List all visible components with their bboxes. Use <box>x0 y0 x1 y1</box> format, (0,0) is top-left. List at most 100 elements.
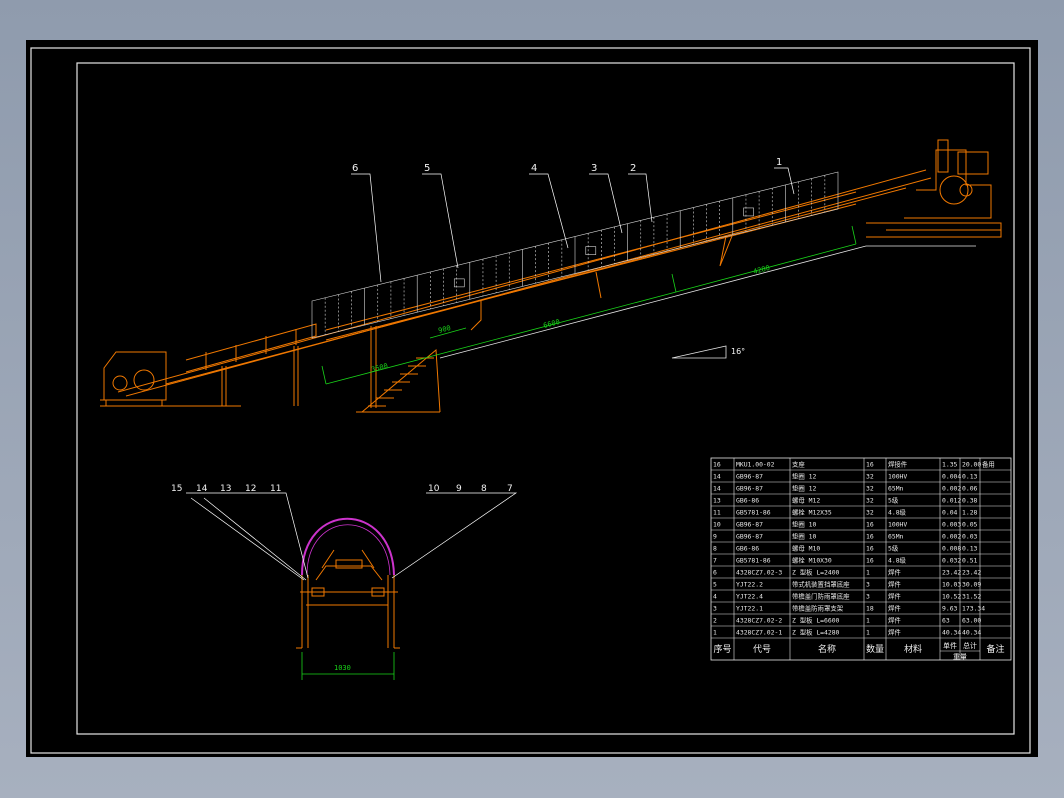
bom-cell: 32 <box>866 509 874 517</box>
bom-cell: 9 <box>713 533 717 541</box>
bom-header: 序号 <box>713 643 731 655</box>
bom-cell: 32 <box>866 473 874 481</box>
bom-cell: YJT22.1 <box>736 605 763 613</box>
bom-cell: 173.34 <box>962 605 985 613</box>
bom-cell: 0.04 <box>942 509 958 517</box>
bom-cell: 30.09 <box>962 581 981 589</box>
callout-3: 3 <box>591 163 597 174</box>
bom-cell: 100HV <box>888 473 907 481</box>
bom-cell: GB5781-86 <box>736 509 771 517</box>
bom-cell: 支座 <box>792 460 805 469</box>
bom-cell: 垫圈 12 <box>792 472 816 481</box>
bom-cell: 9.63 <box>942 605 958 613</box>
rain-cover-door <box>743 207 754 217</box>
bom-header: 材料 <box>904 643 922 655</box>
bom-table: 16 MKU1.00-02 支座 16 焊接件 1.35 20.00 备用14 GB96-87 垫… <box>710 457 1012 661</box>
inner-frame <box>76 62 1015 735</box>
bom-cell: 4328CZ7.02-2 <box>736 617 782 625</box>
bom-cell: 焊件 <box>888 580 901 589</box>
bom-cell: 1 <box>866 617 870 625</box>
bom-cell: 3 <box>866 593 870 601</box>
callout-7: 7 <box>507 484 513 494</box>
bom-cell: MKU1.00-02 <box>736 461 775 469</box>
bom-cell: 0.13 <box>962 545 978 553</box>
bom-cell: 18 <box>866 605 874 613</box>
bom-cell: 焊件 <box>888 568 901 577</box>
bom-cell: 0.38 <box>962 497 978 505</box>
bom-cell: 0.002 <box>942 485 961 493</box>
callout-11: 11 <box>270 484 281 494</box>
bom-cell: 带檐盖防雨罩支架 <box>792 604 844 613</box>
bom-header: 数量 <box>866 643 884 655</box>
bom-cell: GB96-87 <box>736 485 763 493</box>
callout-13: 13 <box>220 484 231 494</box>
bom-cell: 10 <box>713 521 721 529</box>
callout-9: 9 <box>456 484 462 494</box>
bom-cell: 4328CZ7.02-3 <box>736 569 782 577</box>
bom-cell: 垫圈 12 <box>792 484 816 493</box>
bom-cell: 11 <box>713 509 721 517</box>
rain-cover-door <box>453 278 465 288</box>
bom-cell: 16 <box>866 461 874 469</box>
bom-header: 代号 <box>753 644 771 655</box>
rain-cover-door <box>585 246 597 255</box>
bom-cell: 0.003 <box>942 521 961 529</box>
main-dimensions <box>321 225 857 385</box>
cross-section <box>186 492 518 680</box>
bom-cell: 5 <box>713 581 717 589</box>
bom-cell: 7 <box>713 557 717 565</box>
bom-cell: 0.032 <box>942 557 961 565</box>
bom-cell: GB6-86 <box>736 497 759 505</box>
cad-viewport[interactable]: 16° 6600 4280 3500 900 6 5 4 3 2 1 1030 … <box>0 0 1064 798</box>
bom-cell: 焊件 <box>888 616 901 625</box>
callout-10: 10 <box>428 484 440 494</box>
bom-cell: 0.008 <box>942 545 961 553</box>
rain-cover-arc <box>301 517 395 576</box>
bom-cell: 40.34 <box>962 629 981 637</box>
foundation-line <box>439 245 976 359</box>
callout-12: 12 <box>245 484 256 494</box>
bom-cell: 2 <box>713 617 717 625</box>
bom-cell: 1.35 <box>942 461 958 469</box>
drawing-sheet[interactable]: 16° 6600 4280 3500 900 6 5 4 3 2 1 1030 … <box>26 40 1038 757</box>
bom-cell: Z 型板 L=6600 <box>792 616 840 625</box>
bom-cell: YJT22.4 <box>736 593 763 601</box>
stair <box>361 348 441 413</box>
bom-cell: 0.51 <box>962 557 978 565</box>
bom-cell: 63.00 <box>962 617 981 625</box>
bom-cell: 0.03 <box>962 533 978 541</box>
head-drive <box>866 139 1002 238</box>
bom-cell: 带檐盖门防雨罩底座 <box>792 592 850 601</box>
bom-cell: 8 <box>713 545 717 553</box>
callout-6: 6 <box>352 163 358 174</box>
bom-cell: 4.8级 <box>888 556 907 565</box>
bom-cell: 40.34 <box>942 629 961 637</box>
bom-cell: 13 <box>713 497 721 505</box>
bom-cell: 65Mn <box>888 533 904 541</box>
bom-cell: 0.13 <box>962 473 978 481</box>
bom-cell: 3 <box>866 581 870 589</box>
callout-1: 1 <box>776 157 782 168</box>
bom-cell: 6 <box>713 569 717 577</box>
bom-cell: 65Mn <box>888 485 904 493</box>
conveyor-drawing: 16° 6600 4280 3500 900 6 5 4 3 2 1 1030 … <box>30 47 1031 754</box>
bom-cell: 5级 <box>888 544 899 553</box>
bom-cell: 0.004 <box>942 473 961 481</box>
bom-header: 名称 <box>818 643 836 655</box>
bom-cell: 4 <box>713 593 717 601</box>
bom-cell: GB96-87 <box>736 473 763 481</box>
bom-header: 备注 <box>986 643 1004 655</box>
dim-main-short: 900 <box>437 324 451 335</box>
dim-main-span-3: 3500 <box>370 362 388 374</box>
bom-cell: YJT22.2 <box>736 581 763 589</box>
bom-cell: GB96-87 <box>736 521 763 529</box>
bom-cell: 32 <box>866 485 874 493</box>
bom-cell: 螺母 M12 <box>792 496 820 505</box>
slope-indicator <box>671 345 727 359</box>
bom-cell: 16 <box>866 533 874 541</box>
bom-cell: 4328CZ7.02-1 <box>736 629 782 637</box>
bom-cell: 10.52 <box>942 593 961 601</box>
bom-cell: 0.002 <box>942 533 961 541</box>
bom-cell: 16 <box>866 545 874 553</box>
dim-main-span-1: 6600 <box>542 318 560 330</box>
